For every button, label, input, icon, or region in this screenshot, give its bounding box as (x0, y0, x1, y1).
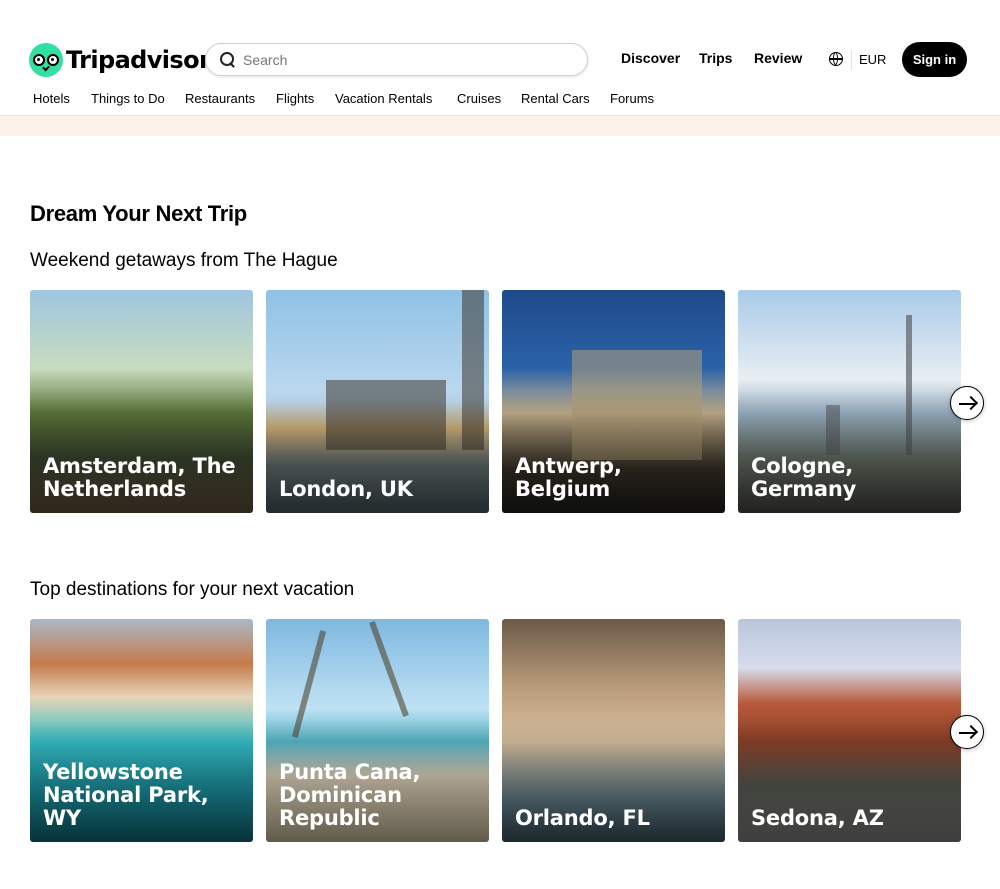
subnav-vacation-rentals[interactable]: Vacation Rentals (335, 91, 432, 106)
destination-label: Amsterdam, The Netherlands (43, 454, 236, 501)
search-icon (220, 52, 235, 67)
promo-banner-strip (0, 115, 1000, 136)
subnav-cruises[interactable]: Cruises (457, 91, 501, 106)
destination-card[interactable]: Amsterdam, The Netherlands (30, 290, 253, 513)
nav-trips[interactable]: Trips (699, 50, 732, 66)
sign-in-button[interactable]: Sign in (902, 42, 967, 77)
owl-logo-icon (29, 43, 63, 77)
destination-label: Punta Cana, Dominican Republic (279, 760, 421, 830)
logo-text: Tripadvisor (66, 46, 211, 74)
destination-label: Orlando, FL (515, 806, 650, 830)
section-heading-top-destinations: Top destinations for your next vacation (30, 579, 355, 600)
carousel-next-button[interactable] (950, 715, 984, 749)
site-header: Tripadvisor Discover Trips Review EUR Si… (0, 0, 1000, 116)
top-destinations-carousel: Yellowstone National Park, WY Punta Cana… (0, 619, 1000, 842)
subnav-hotels[interactable]: Hotels (33, 91, 70, 106)
subnav-flights[interactable]: Flights (276, 91, 314, 106)
nav-review[interactable]: Review (754, 50, 802, 66)
weekend-getaways-carousel: Amsterdam, The Netherlands London, UK An… (0, 290, 1000, 513)
destination-label: Yellowstone National Park, WY (43, 760, 209, 830)
destination-label: Antwerp, Belgium (515, 454, 622, 501)
destination-card[interactable]: Orlando, FL (502, 619, 725, 842)
destination-label: London, UK (279, 477, 413, 501)
search-box[interactable] (205, 43, 588, 76)
carousel-next-button[interactable] (950, 386, 984, 420)
destination-card[interactable]: Cologne, Germany (738, 290, 961, 513)
subnav-rental-cars[interactable]: Rental Cars (521, 91, 590, 106)
destination-card[interactable]: Punta Cana, Dominican Republic (266, 619, 489, 842)
divider (851, 50, 852, 70)
destination-card[interactable]: London, UK (266, 290, 489, 513)
destination-card[interactable]: Sedona, AZ (738, 619, 961, 842)
nav-discover[interactable]: Discover (621, 50, 680, 66)
subnav-restaurants[interactable]: Restaurants (185, 91, 255, 106)
destination-card[interactable]: Antwerp, Belgium (502, 290, 725, 513)
tripadvisor-logo[interactable]: Tripadvisor (29, 43, 211, 77)
section-heading-weekend: Weekend getaways from The Hague (30, 250, 338, 271)
globe-icon[interactable] (829, 52, 843, 66)
destination-label: Cologne, Germany (751, 454, 857, 501)
destination-card[interactable]: Yellowstone National Park, WY (30, 619, 253, 842)
subnav-things-to-do[interactable]: Things to Do (91, 91, 165, 106)
page-title: Dream Your Next Trip (30, 201, 247, 226)
destination-label: Sedona, AZ (751, 806, 884, 830)
subnav-forums[interactable]: Forums (610, 91, 654, 106)
search-input[interactable] (243, 51, 543, 68)
currency-selector[interactable]: EUR (859, 52, 886, 67)
